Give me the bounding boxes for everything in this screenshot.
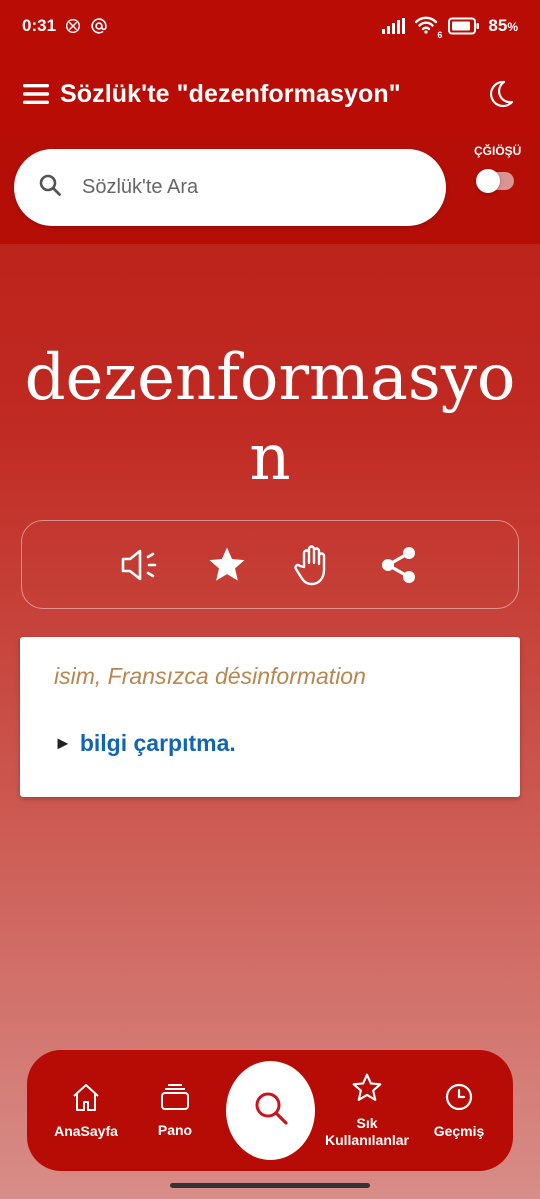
star-outline-icon xyxy=(351,1072,383,1109)
nav-item-home[interactable]: AnaSayfa xyxy=(41,1050,131,1171)
nav-label-history: Geçmiş xyxy=(433,1122,485,1139)
meaning-link[interactable]: bilgi çarpıtma. xyxy=(80,730,236,757)
search-icon xyxy=(251,1088,291,1133)
openai-icon xyxy=(64,17,82,35)
nav-item-history[interactable]: Geçmiş xyxy=(419,1050,499,1171)
nav-item-pano[interactable]: Pano xyxy=(138,1050,212,1171)
char-toggle-switch[interactable] xyxy=(476,169,514,193)
nav-label-home: AnaSayfa xyxy=(54,1122,118,1139)
at-sign-icon xyxy=(90,17,108,35)
search-icon xyxy=(38,173,62,202)
stack-icon xyxy=(160,1083,190,1116)
hand-icon[interactable] xyxy=(291,543,335,587)
char-toggle-label: ÇĞIÖŞÜ xyxy=(474,144,522,158)
meaning-marker: ► xyxy=(54,733,72,753)
hamburger-menu-icon[interactable] xyxy=(22,80,50,108)
star-icon[interactable] xyxy=(205,543,249,587)
status-bar: 0:31 6 85% xyxy=(0,0,540,52)
headword: dezenformasyon xyxy=(24,341,516,495)
definition-card: isim, Fransızca désinformation ► bilgi ç… xyxy=(20,637,520,797)
page-title: Sözlük'te "dezenformasyon" xyxy=(60,79,401,108)
share-icon[interactable] xyxy=(377,543,421,587)
wifi-icon: 6 xyxy=(414,16,442,40)
clock-icon xyxy=(444,1082,474,1117)
search-strip: ÇĞIÖŞÜ xyxy=(0,136,540,244)
moon-icon[interactable] xyxy=(482,76,518,112)
speaker-icon[interactable] xyxy=(119,543,163,587)
action-bar xyxy=(21,520,519,609)
toggle-knob xyxy=(476,169,500,193)
meaning-line: ► bilgi çarpıtma. xyxy=(54,730,486,757)
nav-label-favorites: Sık Kullanılanlar xyxy=(324,1115,410,1148)
battery-icon xyxy=(448,17,480,35)
home-icon xyxy=(70,1082,102,1117)
signal-icon xyxy=(382,18,406,34)
search-box[interactable] xyxy=(14,149,446,226)
app-header: Sözlük'te "dezenformasyon" xyxy=(0,52,540,136)
home-indicator[interactable] xyxy=(170,1183,370,1188)
battery-level: 85% xyxy=(488,16,518,35)
search-input[interactable] xyxy=(82,176,382,199)
nav-search-button[interactable] xyxy=(226,1061,315,1160)
status-time: 0:31 xyxy=(22,16,57,35)
nav-item-favorites[interactable]: Sık Kullanılanlar xyxy=(315,1050,419,1171)
wifi-badge: 6 xyxy=(437,30,443,40)
bottom-nav: AnaSayfa Pano Sık Kullanılanlar Geçmiş xyxy=(27,1050,513,1171)
origin-text: isim, Fransızca désinformation xyxy=(54,663,366,689)
nav-label-pano: Pano xyxy=(157,1121,193,1138)
